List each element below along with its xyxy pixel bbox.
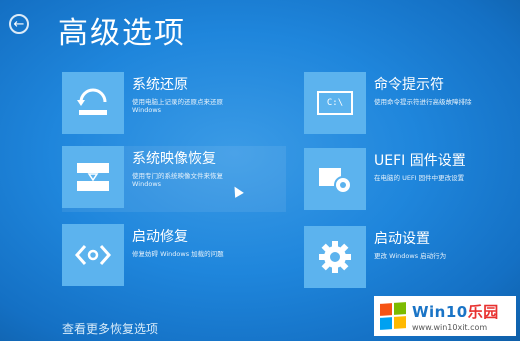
option-desc: Windows <box>132 180 162 188</box>
option-label: 启动修复 <box>132 229 188 245</box>
option-command-prompt[interactable]: C:\ 命令提示符 使用命令提示符进行高级故障排除 <box>304 72 504 136</box>
more-recovery-options-link[interactable]: 查看更多恢复选项 <box>62 320 158 337</box>
option-desc: Windows <box>132 106 162 114</box>
option-label: 系统还原 <box>132 77 188 93</box>
system-restore-icon <box>62 72 124 134</box>
option-label: 命令提示符 <box>374 77 444 93</box>
uefi-firmware-icon <box>304 148 366 210</box>
watermark-brand-mid: 10 <box>445 302 468 321</box>
option-desc: 在电脑的 UEFI 固件中更改设置 <box>374 174 465 182</box>
windows-flag-icon <box>380 302 406 330</box>
option-system-image-recovery[interactable]: 系统映像恢复 使用专门的系统映像文件来恢复 Windows <box>62 146 286 212</box>
startup-settings-gear-icon <box>304 226 366 288</box>
system-image-icon <box>62 146 124 208</box>
option-desc: 使用电脑上记录的还原点来还原 <box>132 98 223 106</box>
option-startup-repair[interactable]: 启动修复 修复妨碍 Windows 加载的问题 <box>62 224 282 288</box>
command-prompt-text: C:\ <box>317 91 353 115</box>
page-title: 高级选项 <box>58 16 186 51</box>
watermark-brand-prefix: Win <box>412 302 446 321</box>
watermark-logo: Win10乐园 www.win10xit.com <box>374 296 516 336</box>
watermark-brand-suffix: 乐园 <box>467 302 499 321</box>
option-label: UEFI 固件设置 <box>374 153 466 169</box>
option-desc: 使用命令提示符进行高级故障排除 <box>374 98 472 106</box>
startup-repair-icon <box>62 224 124 286</box>
option-system-restore[interactable]: 系统还原 使用电脑上记录的还原点来还原 Windows <box>62 72 282 136</box>
option-desc: 使用专门的系统映像文件来恢复 <box>132 172 223 180</box>
option-desc: 修复妨碍 Windows 加载的问题 <box>132 250 224 258</box>
option-label: 启动设置 <box>374 231 430 247</box>
watermark-url: www.win10xit.com <box>412 322 488 332</box>
option-label: 系统映像恢复 <box>132 151 216 167</box>
option-uefi-firmware[interactable]: UEFI 固件设置 在电脑的 UEFI 固件中更改设置 <box>304 148 514 212</box>
option-startup-settings[interactable]: 启动设置 更改 Windows 启动行为 <box>304 226 504 290</box>
option-desc: 更改 Windows 启动行为 <box>374 252 447 260</box>
watermark-brand: Win10乐园 <box>412 301 499 322</box>
command-prompt-icon: C:\ <box>304 72 366 134</box>
back-arrow-icon[interactable]: ← <box>9 14 29 34</box>
